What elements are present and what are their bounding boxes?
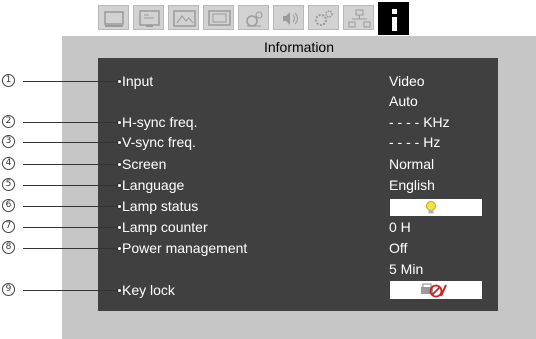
callout-number: 7 [2,220,15,233]
row-label: Lamp status [122,198,199,214]
leader-line [23,81,119,82]
information-icon [392,9,397,31]
tab-screen[interactable] [203,5,234,30]
panel-title: Information [263,39,335,55]
image-icon [173,10,196,27]
leader-dot [117,140,122,145]
callout-4: 4 [0,154,130,174]
leader-dot [117,288,122,293]
row-value-secondary: 5 Min [389,261,424,277]
row-value: Video [389,73,425,89]
tab-display[interactable] [98,5,129,30]
leader-line [23,185,119,186]
info-row-h-sync: H-sync freq. - - - - KHz [98,112,498,132]
leader-dot [117,162,122,167]
network-icon [348,9,371,28]
lamp-icon [426,201,436,214]
screen-icon [208,10,231,26]
key-lock-box [390,281,482,299]
row-value: Off [389,240,408,256]
leader-dot [117,183,122,188]
callout-5: 5 [0,175,130,195]
key-lock-off-icon [421,283,447,298]
row-label: Language [122,177,185,193]
row-label: Lamp counter [122,219,208,235]
row-value: - - - - KHz [389,114,450,130]
callout-number: 2 [2,115,15,128]
callout-6: 6 [0,196,130,216]
callout-9: 9 [0,280,130,300]
tab-pc-adjust[interactable] [133,5,164,30]
info-row-v-sync: V-sync freq. - - - - Hz [98,132,498,152]
info-row-input: Input Video [98,71,498,91]
leader-dot [117,225,122,230]
leader-line [23,142,119,143]
row-value: 0 H [389,219,411,235]
leader-line [23,227,119,228]
leader-line [23,122,119,123]
callout-number: 8 [2,241,15,254]
info-row-power-management: Power management Off [98,238,498,258]
callout-number: 4 [2,157,15,170]
row-value-secondary: Auto [389,93,418,109]
tab-image[interactable] [168,5,199,30]
callout-number: 1 [2,74,15,87]
tab-network[interactable] [343,5,374,30]
tab-expand[interactable] [308,5,339,30]
row-label: V-sync freq. [122,134,196,150]
leader-dot [117,120,122,125]
leader-line [23,164,119,165]
tab-setting[interactable] [238,5,269,30]
callout-number: 9 [2,283,15,296]
leader-line [23,290,119,291]
leader-line [23,248,119,249]
info-row-screen: Screen Normal [98,154,498,174]
row-value: Normal [389,156,435,172]
leader-dot [117,204,122,209]
callout-2: 2 [0,112,130,132]
callout-number: 5 [2,178,15,191]
sound-icon [283,12,298,25]
info-row-lamp-counter: Lamp counter 0 H [98,217,498,237]
callout-number: 3 [2,135,15,148]
callout-number: 6 [2,199,15,212]
leader-line [23,206,119,207]
row-label: H-sync freq. [122,114,198,130]
expand-icon [315,10,333,26]
info-row-language: Language English [98,175,498,195]
callout-7: 7 [0,217,130,237]
info-list: Input Video Auto H-sync freq. - - - - KH… [98,58,498,311]
callout-1: 1 [0,71,130,91]
display-icon [104,11,124,27]
tab-sound[interactable] [273,5,304,30]
leader-dot [117,246,122,251]
row-value: - - - - Hz [389,134,441,150]
lamp-status-box [390,199,482,216]
row-value: English [389,177,435,193]
setting-icon [246,11,263,27]
leader-dot [117,79,122,84]
menu-tab-bar [93,2,463,35]
callout-3: 3 [0,132,130,152]
row-label: Power management [122,240,248,256]
pc-adjust-icon [139,10,160,27]
callout-8: 8 [0,238,130,258]
information-panel: Information Input Video Auto H-sync freq… [62,36,536,339]
tab-information[interactable] [378,2,409,35]
